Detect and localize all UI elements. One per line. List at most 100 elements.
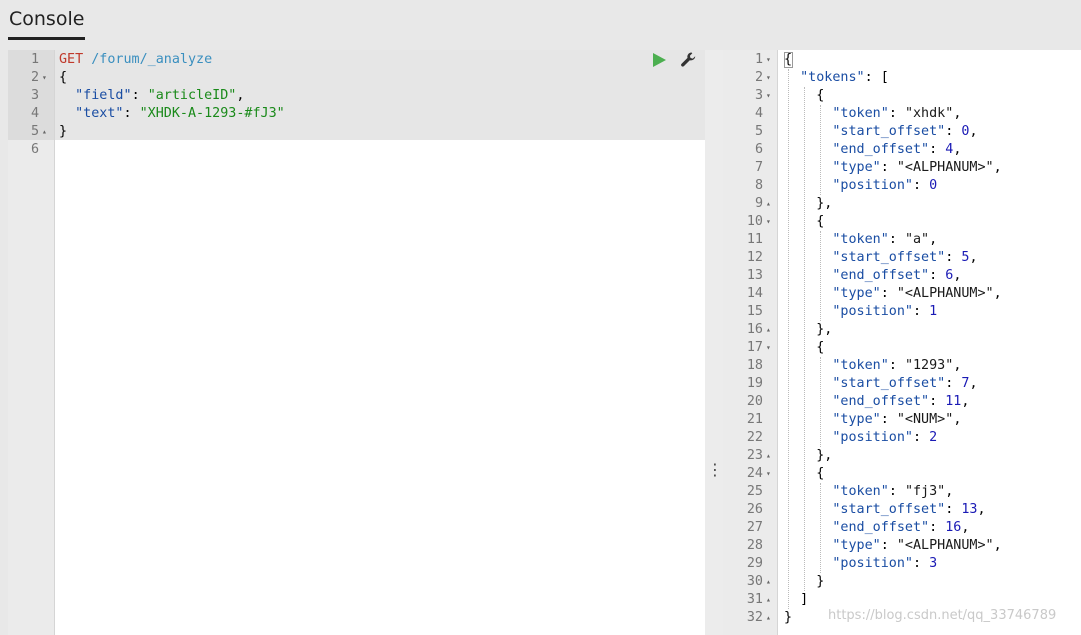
code-token: "end_offset": [832, 394, 930, 409]
response-line: 31 ▴ ]: [723, 591, 1081, 609]
response-line: 12 "start_offset": 5,: [723, 249, 1081, 267]
code-token: "a": [904, 232, 930, 247]
code-token: ,: [993, 160, 1002, 175]
tab-console[interactable]: Console: [8, 5, 86, 40]
code-token: :: [123, 106, 140, 121]
response-line: 4 "token": "xhdk",: [723, 105, 1081, 123]
code-token: "text": [75, 106, 124, 121]
fold-collapse-icon[interactable]: ▾: [766, 213, 771, 231]
line-number: 4: [30, 106, 39, 121]
line-number: 26: [746, 502, 763, 517]
fold-expand-icon[interactable]: ▴: [766, 447, 771, 465]
fold-expand-icon[interactable]: ▴: [766, 573, 771, 591]
indent-guide: [820, 231, 822, 321]
code-token: }: [59, 124, 68, 139]
line-number: 9: [754, 196, 763, 211]
line-number: 14: [746, 286, 763, 301]
response-line: 6 "end_offset": 4,: [723, 141, 1081, 159]
response-line: 23 ▴ },: [723, 447, 1081, 465]
pane-divider[interactable]: [705, 50, 723, 635]
line-number: 7: [754, 160, 763, 175]
code-token: },: [784, 322, 833, 337]
code-token: ,: [929, 232, 938, 247]
code-token: GET: [59, 52, 92, 67]
line-number: 2: [30, 70, 39, 85]
play-icon[interactable]: [651, 52, 667, 68]
line-number: 3: [30, 88, 39, 103]
indent-guide: [820, 357, 822, 447]
fold-expand-icon[interactable]: ▴: [766, 321, 771, 339]
fold-expand-icon[interactable]: ▴: [42, 123, 47, 141]
code-token: "XHDK-A-1293-#fJ3": [139, 106, 285, 121]
response-line: 5 "start_offset": 0,: [723, 123, 1081, 141]
line-number: 19: [746, 376, 763, 391]
code-token: ,: [961, 394, 970, 409]
code-token: ,: [961, 520, 970, 535]
code-text: "token": "a",: [784, 231, 937, 249]
response-line: 3 ▾ {: [723, 87, 1081, 105]
code-token: {: [59, 70, 68, 85]
code-token: "token": [832, 106, 889, 121]
code-text: }: [784, 609, 792, 627]
code-text: },: [784, 321, 832, 339]
response-line: 30 ▴ }: [723, 573, 1081, 591]
line-number: 8: [754, 178, 763, 193]
code-text: "position": 2: [784, 429, 937, 447]
code-token: :: [880, 286, 897, 301]
response-line: 15 "position": 1: [723, 303, 1081, 321]
code-text: "token": "xhdk",: [784, 105, 961, 123]
code-text: "type": "<NUM>",: [784, 411, 961, 429]
code-token: "start_offset": [832, 502, 946, 517]
code-token: "<ALPHANUM>": [896, 160, 994, 175]
code-token: "end_offset": [832, 520, 930, 535]
response-line: 28 "type": "<ALPHANUM>",: [723, 537, 1081, 555]
code-token: :: [945, 250, 962, 265]
request-editor[interactable]: 1 GET /forum/_analyze 2 ▾ {3 "field": "artic…: [8, 50, 705, 635]
line-number: 12: [746, 250, 763, 265]
wrench-icon[interactable]: [680, 51, 698, 69]
line-number: 28: [746, 538, 763, 553]
watermark: https://blog.csdn.net/qq_33746789: [828, 608, 1057, 623]
response-line: 16 ▴ },: [723, 321, 1081, 339]
fold-collapse-icon[interactable]: ▾: [766, 87, 771, 105]
code-token: "end_offset": [832, 268, 930, 283]
fold-collapse-icon[interactable]: ▾: [766, 51, 771, 69]
fold-expand-icon[interactable]: ▴: [766, 591, 771, 609]
fold-collapse-icon[interactable]: ▾: [766, 69, 771, 87]
code-token: :: [888, 358, 905, 373]
line-number: 6: [754, 142, 763, 157]
code-token: "start_offset": [832, 124, 946, 139]
response-line: 24 ▾ {: [723, 465, 1081, 483]
response-viewer[interactable]: 1 ▾{2 ▾ "tokens": [3 ▾ {4 "token": "xhdk", 5…: [723, 50, 1081, 635]
fold-collapse-icon[interactable]: ▾: [766, 465, 771, 483]
fold-expand-icon[interactable]: ▴: [766, 195, 771, 213]
code-token: },: [784, 448, 833, 463]
fold-collapse-icon[interactable]: ▾: [42, 69, 47, 87]
fold-collapse-icon[interactable]: ▾: [766, 339, 771, 357]
code-token: "type": [832, 412, 881, 427]
code-text: "start_offset": 7,: [784, 375, 977, 393]
code-text: "text": "XHDK-A-1293-#fJ3": [59, 105, 285, 123]
code-token: "start_offset": [832, 376, 946, 391]
line-number: 2: [754, 70, 763, 85]
request-line: 5 ▴}: [8, 123, 705, 141]
code-token: "token": [832, 358, 889, 373]
line-number: 21: [746, 412, 763, 427]
fold-expand-icon[interactable]: ▴: [766, 609, 771, 627]
line-number: 6: [30, 142, 39, 157]
request-line: 2 ▾ {: [8, 69, 705, 87]
code-text: "token": "fj3",: [784, 483, 953, 501]
drag-handle-icon[interactable]: ⋮: [707, 460, 723, 480]
code-token: :: [888, 484, 905, 499]
code-text: "start_offset": 0,: [784, 123, 977, 141]
code-text: "position": 3: [784, 555, 937, 573]
response-line: 7 "type": "<ALPHANUM>",: [723, 159, 1081, 177]
